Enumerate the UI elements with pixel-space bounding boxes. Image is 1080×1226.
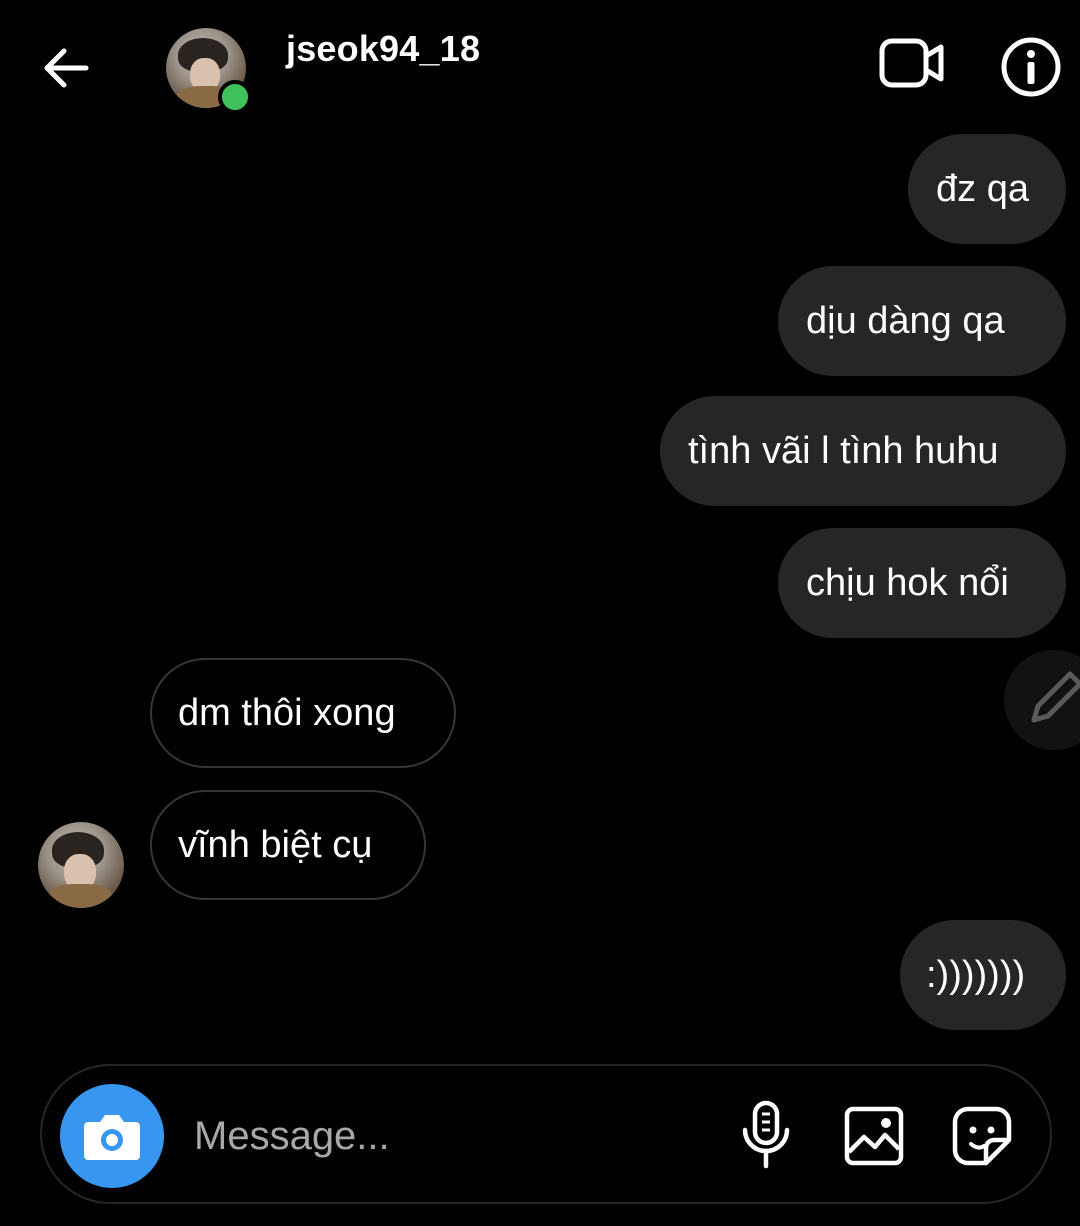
sticker-button[interactable] bbox=[950, 1104, 1014, 1168]
gallery-button[interactable] bbox=[842, 1104, 906, 1168]
info-icon bbox=[1001, 37, 1061, 97]
sender-avatar[interactable] bbox=[38, 822, 124, 908]
message-composer bbox=[40, 1064, 1052, 1204]
message-text: dm thôi xong bbox=[178, 692, 396, 734]
message-bubble-incoming[interactable]: vĩnh biệt cụ bbox=[150, 790, 426, 900]
edit-button[interactable] bbox=[1004, 650, 1080, 750]
profile-avatar[interactable] bbox=[166, 28, 252, 114]
info-button[interactable] bbox=[1000, 36, 1062, 98]
message-bubble-outgoing[interactable]: :))))))) bbox=[900, 920, 1066, 1030]
microphone-button[interactable] bbox=[736, 1100, 796, 1170]
username-title[interactable]: jseok94_18 bbox=[286, 28, 480, 70]
message-text: chịu hok nổi bbox=[806, 562, 1009, 604]
message-text: :))))))) bbox=[926, 954, 1026, 996]
camera-icon bbox=[84, 1115, 140, 1160]
microphone-icon bbox=[742, 1100, 790, 1169]
message-text: dịu dàng qa bbox=[806, 300, 1005, 342]
message-text: đz qa bbox=[936, 168, 1029, 210]
message-input[interactable] bbox=[192, 1104, 716, 1168]
sticker-icon bbox=[952, 1106, 1012, 1166]
message-bubble-incoming[interactable]: dm thôi xong bbox=[150, 658, 456, 768]
gallery-icon bbox=[844, 1106, 904, 1166]
pencil-icon bbox=[1031, 671, 1080, 723]
message-bubble-outgoing[interactable]: đz qa bbox=[908, 134, 1066, 244]
message-bubble-outgoing[interactable]: dịu dàng qa bbox=[778, 266, 1066, 376]
online-status-dot bbox=[218, 80, 252, 114]
message-text: vĩnh biệt cụ bbox=[178, 824, 373, 866]
message-text: tình vãi l tình huhu bbox=[688, 430, 999, 472]
back-button[interactable] bbox=[36, 38, 96, 98]
arrow-left-icon bbox=[44, 48, 89, 88]
chat-header: jseok94_18 bbox=[0, 0, 1080, 130]
video-camera-icon bbox=[879, 38, 944, 88]
camera-button[interactable] bbox=[60, 1084, 164, 1188]
video-call-button[interactable] bbox=[878, 36, 948, 92]
message-bubble-outgoing[interactable]: chịu hok nổi bbox=[778, 528, 1066, 638]
message-bubble-outgoing[interactable]: tình vãi l tình huhu bbox=[660, 396, 1066, 506]
